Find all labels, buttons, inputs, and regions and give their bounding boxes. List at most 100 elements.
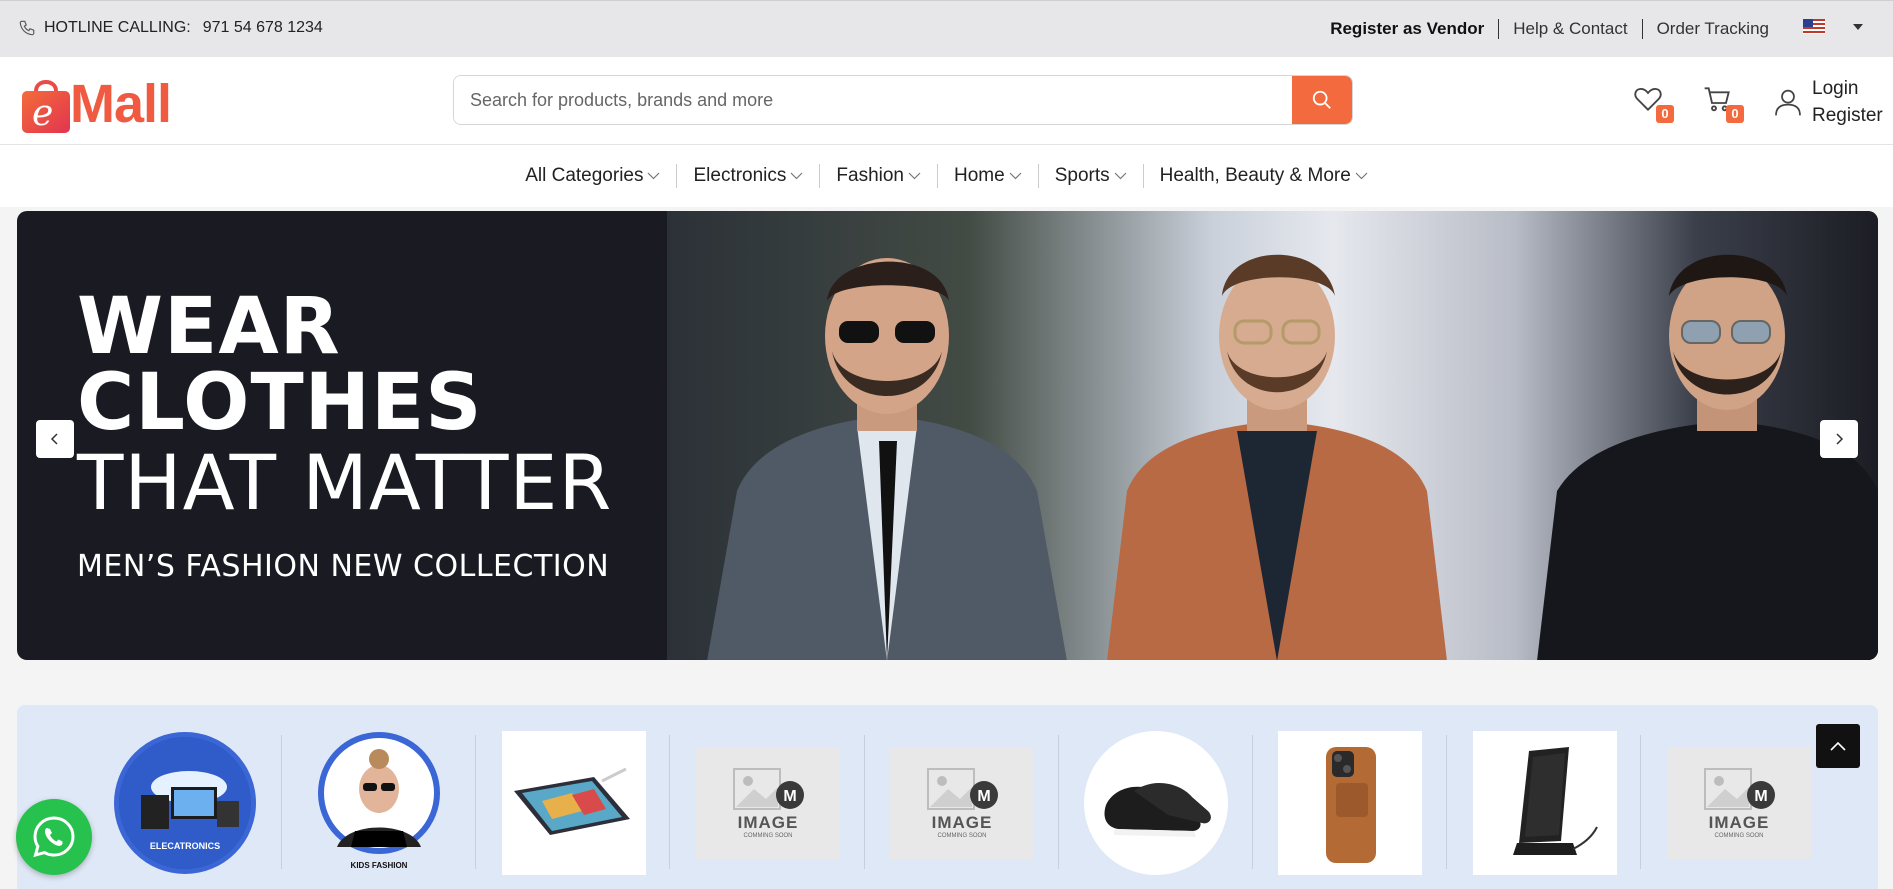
placeholder-label: IMAGE — [737, 813, 799, 832]
wishlist-count-badge: 0 — [1656, 105, 1674, 123]
category-divider — [1446, 735, 1447, 869]
banner-subtitle: MEN’S FASHION NEW COLLECTION — [77, 549, 610, 584]
placeholder-sub-label: COMMING SOON — [743, 833, 793, 839]
image-placeholder: M IMAGE COMMING SOON — [1667, 747, 1811, 859]
search-button[interactable] — [1292, 76, 1352, 124]
cart-button[interactable]: 0 — [1702, 83, 1744, 123]
placeholder-sub-label: COMMING SOON — [937, 833, 987, 839]
chevron-left-icon — [50, 433, 58, 445]
svg-text:M: M — [977, 788, 990, 805]
order-tracking-link[interactable]: Order Tracking — [1641, 19, 1783, 39]
chevron-down-icon — [648, 172, 660, 180]
register-vendor-link[interactable]: Register as Vendor — [1316, 19, 1498, 39]
cart-count-badge: 0 — [1726, 105, 1744, 123]
electronics-devices-image: ELECATRONICS — [119, 737, 251, 869]
phone-icon — [19, 20, 35, 36]
help-contact-link[interactable]: Help & Contact — [1498, 19, 1641, 39]
image-placeholder-icon: M — [733, 768, 804, 810]
category-nav: All Categories Electronics Fashion Home … — [0, 145, 1893, 207]
model-grey-suit-image — [707, 258, 1067, 660]
category-electronics[interactable]: ELECATRONICS — [113, 731, 257, 875]
svg-text:M: M — [1754, 788, 1767, 805]
category-carousel: ELECATRONICS KIDS FASHION M IMAGE COMMIN… — [17, 705, 1878, 889]
whatsapp-icon — [33, 816, 75, 858]
search-icon — [1312, 90, 1331, 109]
main-header: e Mall 0 0 Login Register — [0, 57, 1893, 145]
phone-case-image — [1326, 747, 1376, 863]
chevron-down-icon — [790, 172, 803, 180]
banner-prev-button[interactable] — [36, 420, 74, 458]
whatsapp-button[interactable] — [16, 799, 92, 875]
login-link[interactable]: Login — [1812, 75, 1883, 102]
search-bar — [453, 75, 1353, 125]
nav-label: Electronics — [693, 165, 787, 186]
hotline: HOTLINE CALLING: 971 54 678 1234 — [18, 19, 323, 37]
tablet-image-frame — [502, 731, 646, 875]
category-placeholder-1[interactable]: M IMAGE COMMING SOON — [696, 731, 840, 875]
image-placeholder: M IMAGE COMMING SOON — [696, 747, 840, 859]
chevron-right-icon — [1836, 433, 1844, 445]
caret-down-icon — [1853, 23, 1863, 30]
nav-electronics[interactable]: Electronics — [676, 164, 819, 188]
nav-fashion[interactable]: Fashion — [819, 164, 937, 188]
chevron-up-icon — [1830, 741, 1846, 751]
category-sneakers[interactable] — [1084, 731, 1228, 875]
category-placeholder-2[interactable]: M IMAGE COMMING SOON — [890, 731, 1034, 875]
nav-all-categories[interactable]: All Categories — [509, 164, 676, 188]
category-divider — [1058, 735, 1059, 869]
category-electronics-label: ELECATRONICS — [150, 841, 220, 851]
chevron-down-icon — [1355, 172, 1368, 180]
kids-fashion-image: KIDS FASHION — [318, 732, 440, 870]
banner-line-3: THAT MATTER — [77, 438, 613, 527]
category-tablet[interactable] — [502, 731, 646, 875]
category-divider — [1252, 735, 1253, 869]
nav-label: Fashion — [836, 165, 905, 186]
category-divider — [1640, 735, 1641, 869]
phone-case-image-frame — [1278, 731, 1422, 875]
nav-label: Sports — [1054, 165, 1110, 186]
placeholder-sub-label: COMMING SOON — [1714, 833, 1764, 839]
placeholder-label: IMAGE — [931, 813, 993, 832]
nav-sports[interactable]: Sports — [1037, 164, 1143, 188]
category-placeholder-3[interactable]: M IMAGE COMMING SOON — [1667, 731, 1811, 875]
category-divider — [281, 735, 282, 869]
placeholder-label: IMAGE — [1708, 813, 1770, 832]
category-divider — [669, 735, 670, 869]
hotline-number[interactable]: 971 54 678 1234 — [203, 19, 323, 37]
banner-line-1: WEAR — [77, 282, 341, 372]
us-flag-icon — [1803, 19, 1825, 34]
hotline-label: HOTLINE CALLING: — [44, 19, 191, 36]
search-input[interactable] — [454, 76, 1292, 124]
charger-image-frame — [1473, 731, 1617, 875]
top-links: Register as Vendor Help & Contact Order … — [1316, 19, 1783, 39]
nav-home[interactable]: Home — [937, 164, 1038, 188]
hero-banner[interactable]: WEAR CLOTHES THAT MATTER MEN’S FASHION N… — [17, 211, 1878, 660]
svg-text:M: M — [783, 788, 796, 805]
register-link[interactable]: Register — [1812, 102, 1883, 129]
sneakers-image — [1084, 731, 1228, 875]
chevron-down-icon — [1114, 172, 1127, 180]
logo-initial: e — [32, 93, 53, 134]
nav-label: Health, Beauty & More — [1159, 165, 1351, 186]
banner-headline: WEAR CLOTHES THAT MATTER MEN’S FASHION N… — [77, 282, 613, 587]
account-area: Login Register — [1772, 75, 1883, 129]
wishlist-button[interactable]: 0 — [1632, 83, 1674, 123]
category-phone-case[interactable] — [1278, 731, 1422, 875]
nav-health-beauty[interactable]: Health, Beauty & More — [1142, 164, 1384, 188]
category-divider — [864, 735, 865, 869]
category-wireless-charger[interactable] — [1473, 731, 1617, 875]
category-electronics-image: ELECATRONICS — [114, 732, 256, 874]
logo-text: Mall — [70, 74, 172, 134]
category-kids-fashion[interactable]: KIDS FASHION — [307, 731, 451, 875]
image-placeholder-icon: M — [1704, 768, 1775, 810]
image-placeholder-icon: M — [927, 768, 998, 810]
emall-logo[interactable]: e Mall — [18, 65, 172, 135]
banner-next-button[interactable] — [1820, 420, 1858, 458]
nav-label: Home — [954, 165, 1005, 186]
model-orange-jacket-image — [1107, 254, 1447, 660]
banner-line-2: CLOTHES — [77, 358, 483, 448]
language-selector[interactable] — [1803, 19, 1863, 34]
chevron-down-icon — [1009, 172, 1022, 180]
scroll-to-top-button[interactable] — [1816, 724, 1860, 768]
category-kids-label: KIDS FASHION — [351, 861, 408, 870]
